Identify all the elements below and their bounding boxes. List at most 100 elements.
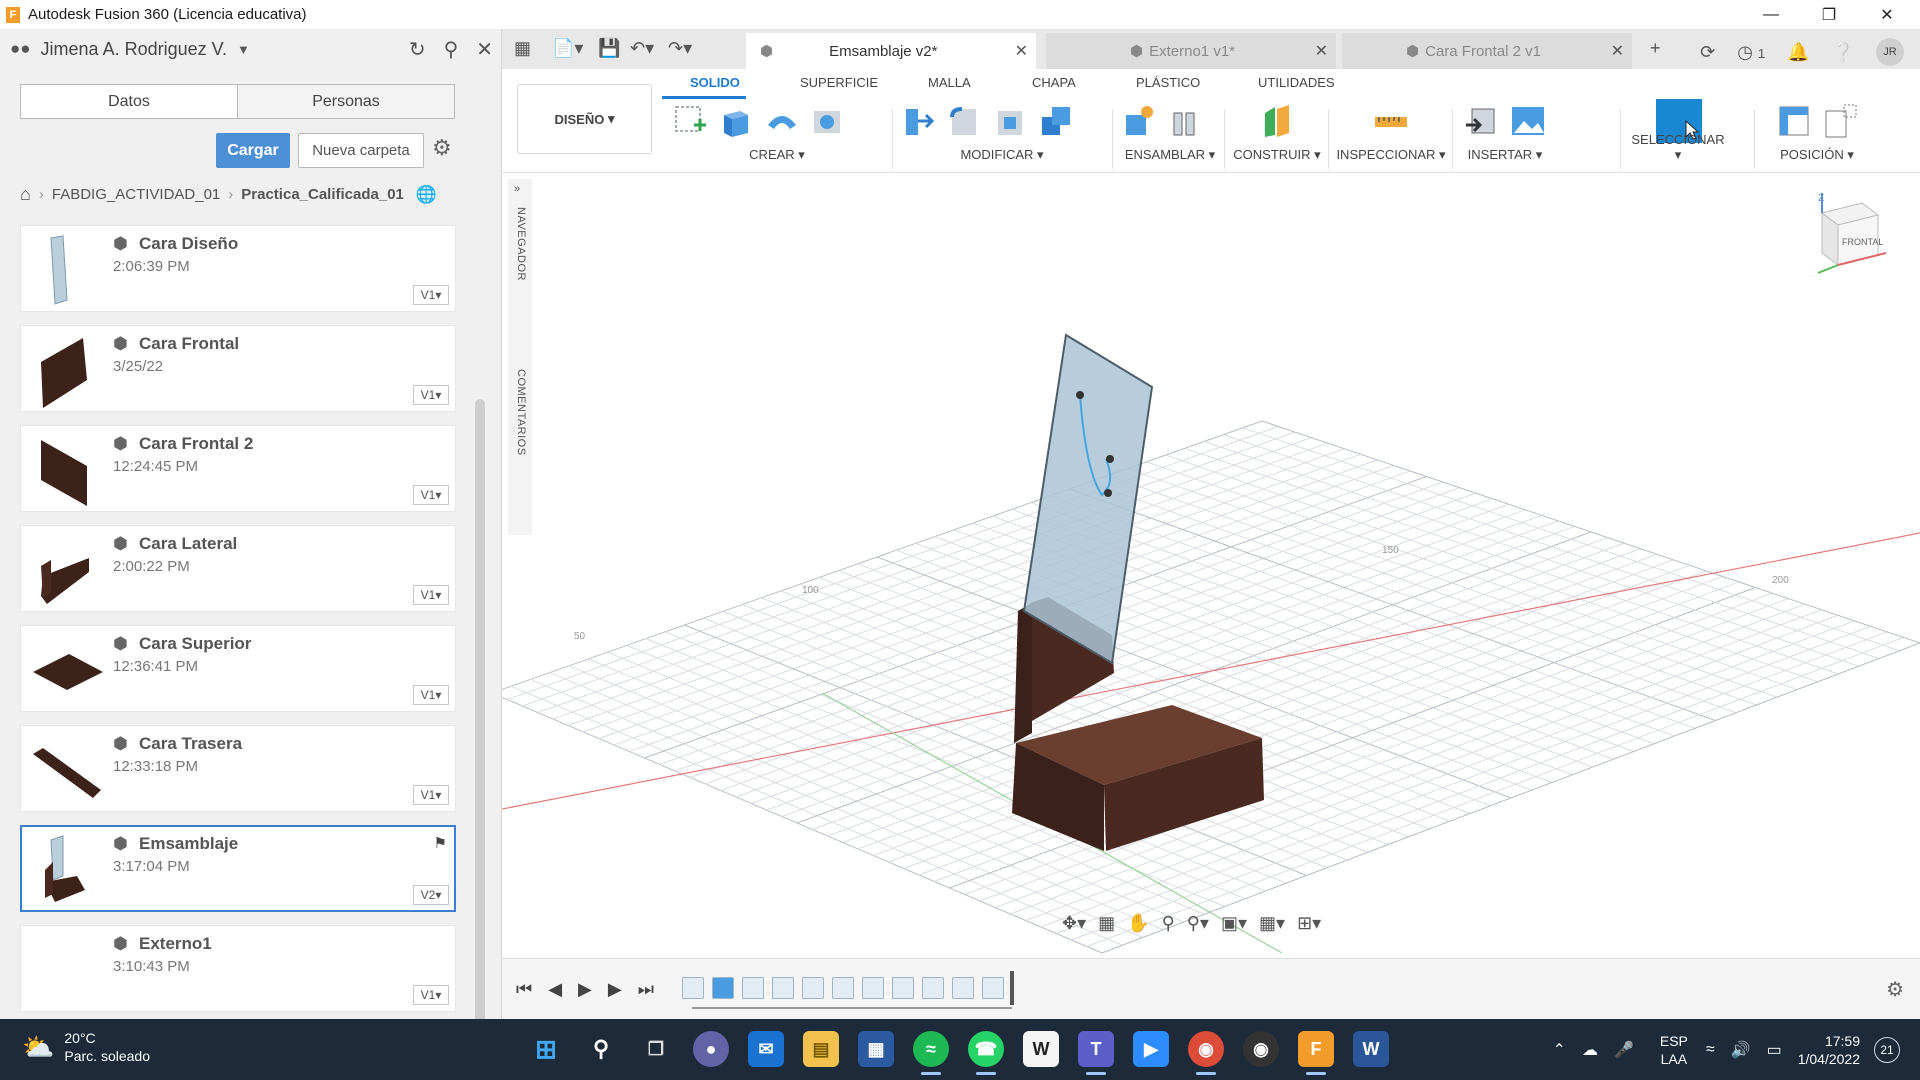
timeline-feature[interactable]: [832, 977, 854, 999]
press-pull-icon[interactable]: [900, 103, 936, 139]
timeline-feature[interactable]: [892, 977, 914, 999]
version-badge[interactable]: V1 ▾: [413, 585, 449, 605]
minimize-icon[interactable]: —: [1742, 0, 1800, 29]
pan-icon[interactable]: ✋: [1127, 913, 1149, 934]
new-tab-icon[interactable]: +: [1650, 38, 1661, 59]
offset-plane-icon[interactable]: [1259, 103, 1295, 139]
extensions-icon[interactable]: ⟳: [1700, 42, 1715, 63]
tab-malla[interactable]: MALLA: [928, 75, 971, 90]
store-icon[interactable]: ▦: [858, 1031, 894, 1067]
new-folder-button[interactable]: Nueva carpeta: [298, 133, 424, 168]
chevron-down-icon[interactable]: ▼: [237, 42, 250, 57]
revolve-icon[interactable]: [764, 103, 800, 139]
file-explorer-icon[interactable]: ▤: [803, 1031, 839, 1067]
task-view-icon[interactable]: ❐: [638, 1031, 674, 1067]
expand-browser-icon[interactable]: »: [514, 183, 520, 195]
version-badge[interactable]: V1 ▾: [413, 385, 449, 405]
save-icon[interactable]: 💾: [598, 38, 620, 59]
version-badge[interactable]: V1 ▾: [413, 685, 449, 705]
look-at-icon[interactable]: ▦: [1098, 913, 1115, 934]
tab-utilidades[interactable]: UTILIDADES: [1258, 75, 1335, 90]
browser-comments-strip[interactable]: » NAVEGADOR COMENTARIOS: [508, 179, 532, 535]
3d-viewport[interactable]: 50 100 150 200 » NAVEGADOR COMENTARIOS Z…: [502, 173, 1920, 958]
step-back-icon[interactable]: ◀: [548, 979, 562, 1000]
group-label[interactable]: INSPECCIONAR ▾: [1336, 147, 1446, 163]
clock[interactable]: 17:59 1/04/2022: [1798, 1032, 1860, 1068]
timeline-settings-icon[interactable]: ⚙: [1886, 977, 1904, 1002]
home-icon[interactable]: ⌂: [20, 184, 31, 205]
grid-settings-icon[interactable]: ▦▾: [1259, 913, 1285, 934]
viewports-icon[interactable]: ⊞▾: [1297, 913, 1321, 934]
redo-icon[interactable]: ↷▾: [668, 38, 692, 59]
file-card-selected[interactable]: ⬢ Emsamblaje 3:17:04 PM ⚑ V2 ▾: [20, 825, 456, 912]
file-card[interactable]: ⬢ Cara Frontal 3/25/22 V1 ▾: [20, 325, 456, 412]
display-settings-icon[interactable]: ▣▾: [1221, 913, 1247, 934]
zoom-icon[interactable]: ⚲: [1162, 913, 1175, 934]
group-label[interactable]: POSICIÓN ▾: [1762, 147, 1872, 163]
file-card[interactable]: ⬢ Cara Superior 12:36:41 PM V1 ▾: [20, 625, 456, 712]
scrollbar[interactable]: [475, 399, 485, 1039]
close-icon[interactable]: ✕: [1858, 0, 1916, 29]
file-card[interactable]: ⬢ Externo1 3:10:43 PM V1 ▾: [20, 925, 456, 1012]
timeline-feature[interactable]: [952, 977, 974, 999]
file-card[interactable]: ⬢ Cara Frontal 2 12:24:45 PM V1 ▾: [20, 425, 456, 512]
timeline-feature[interactable]: [862, 977, 884, 999]
view-cube[interactable]: Z FRONTAL: [1812, 193, 1892, 283]
upload-button[interactable]: Cargar: [216, 133, 290, 168]
spotify-icon[interactable]: ≈: [913, 1031, 949, 1075]
group-label[interactable]: CREAR ▾: [672, 147, 882, 163]
fusion360-icon[interactable]: F: [1298, 1031, 1334, 1075]
battery-icon[interactable]: ▭: [1767, 1040, 1782, 1060]
group-label[interactable]: SELECCIONAR ▾: [1628, 132, 1728, 163]
notification-badge[interactable]: 21: [1874, 1036, 1900, 1063]
search-icon[interactable]: ⚲: [444, 37, 459, 62]
tab-superficie[interactable]: SUPERFICIE: [800, 75, 878, 90]
version-badge[interactable]: V1 ▾: [413, 985, 449, 1005]
group-label[interactable]: ENSAMBLAR ▾: [1120, 147, 1220, 163]
gear-icon[interactable]: ⚙: [432, 135, 452, 161]
timeline-feature[interactable]: [712, 977, 734, 999]
undo-icon[interactable]: ↶▾: [630, 38, 654, 59]
job-status-icon[interactable]: ◷ 1: [1737, 42, 1765, 63]
microphone-icon[interactable]: 🎤: [1614, 1040, 1634, 1060]
notifications-icon[interactable]: 🔔: [1787, 42, 1809, 63]
flag-icon[interactable]: ⚑: [434, 834, 447, 852]
teams-icon[interactable]: T: [1078, 1031, 1114, 1075]
timeline-marker[interactable]: [1010, 971, 1014, 1005]
close-tab-icon[interactable]: ✕: [1315, 41, 1328, 61]
volume-icon[interactable]: 🔊: [1731, 1040, 1751, 1060]
fit-icon[interactable]: ⚲▾: [1187, 913, 1209, 934]
version-badge[interactable]: V1 ▾: [413, 785, 449, 805]
word-icon[interactable]: W: [1353, 1031, 1389, 1067]
chat-icon[interactable]: ●: [693, 1031, 729, 1067]
extrude-icon[interactable]: [718, 103, 754, 139]
search-icon[interactable]: ⚲: [583, 1031, 619, 1067]
shell-icon[interactable]: [992, 103, 1028, 139]
breadcrumb-project[interactable]: FABDIG_ACTIVIDAD_01: [52, 186, 220, 203]
fillet-icon[interactable]: [946, 103, 982, 139]
orbit-icon[interactable]: ✥▾: [1062, 913, 1086, 934]
timeline-feature[interactable]: [772, 977, 794, 999]
whatsapp-icon[interactable]: ☎: [968, 1031, 1004, 1075]
share-globe-icon[interactable]: 🌐: [416, 185, 437, 205]
windows-start-icon[interactable]: ⊞: [528, 1031, 564, 1067]
joint-icon[interactable]: [1166, 103, 1202, 139]
breadcrumb-folder[interactable]: Practica_Calificada_01: [241, 186, 404, 203]
comments-label[interactable]: COMENTARIOS: [515, 369, 527, 456]
help-icon[interactable]: ❔: [1832, 42, 1854, 63]
revert-position-icon[interactable]: [1822, 103, 1858, 139]
play-icon[interactable]: ▶: [578, 979, 592, 1000]
version-badge[interactable]: V1 ▾: [413, 485, 449, 505]
wifi-icon[interactable]: ≈: [1706, 1041, 1715, 1059]
file-card[interactable]: ⬢ Cara Lateral 2:00:22 PM V1 ▾: [20, 525, 456, 612]
weather-widget[interactable]: ⛅ 20°C Parc. soleado: [22, 1029, 150, 1065]
go-to-end-icon[interactable]: ⏭: [638, 979, 654, 1000]
version-badge[interactable]: V2 ▾: [413, 885, 449, 905]
team-icon[interactable]: ●●: [10, 39, 31, 59]
measure-icon[interactable]: [1373, 103, 1409, 139]
file-card[interactable]: ⬢ Cara Trasera 12:33:18 PM V1 ▾: [20, 725, 456, 812]
timeline-feature[interactable]: [922, 977, 944, 999]
workspace-switcher[interactable]: DISEÑO ▾: [517, 84, 652, 154]
obs-icon[interactable]: ◉: [1243, 1031, 1279, 1067]
tab-cara-frontal-2[interactable]: ⬢ Cara Frontal 2 v1 ✕: [1342, 33, 1632, 69]
